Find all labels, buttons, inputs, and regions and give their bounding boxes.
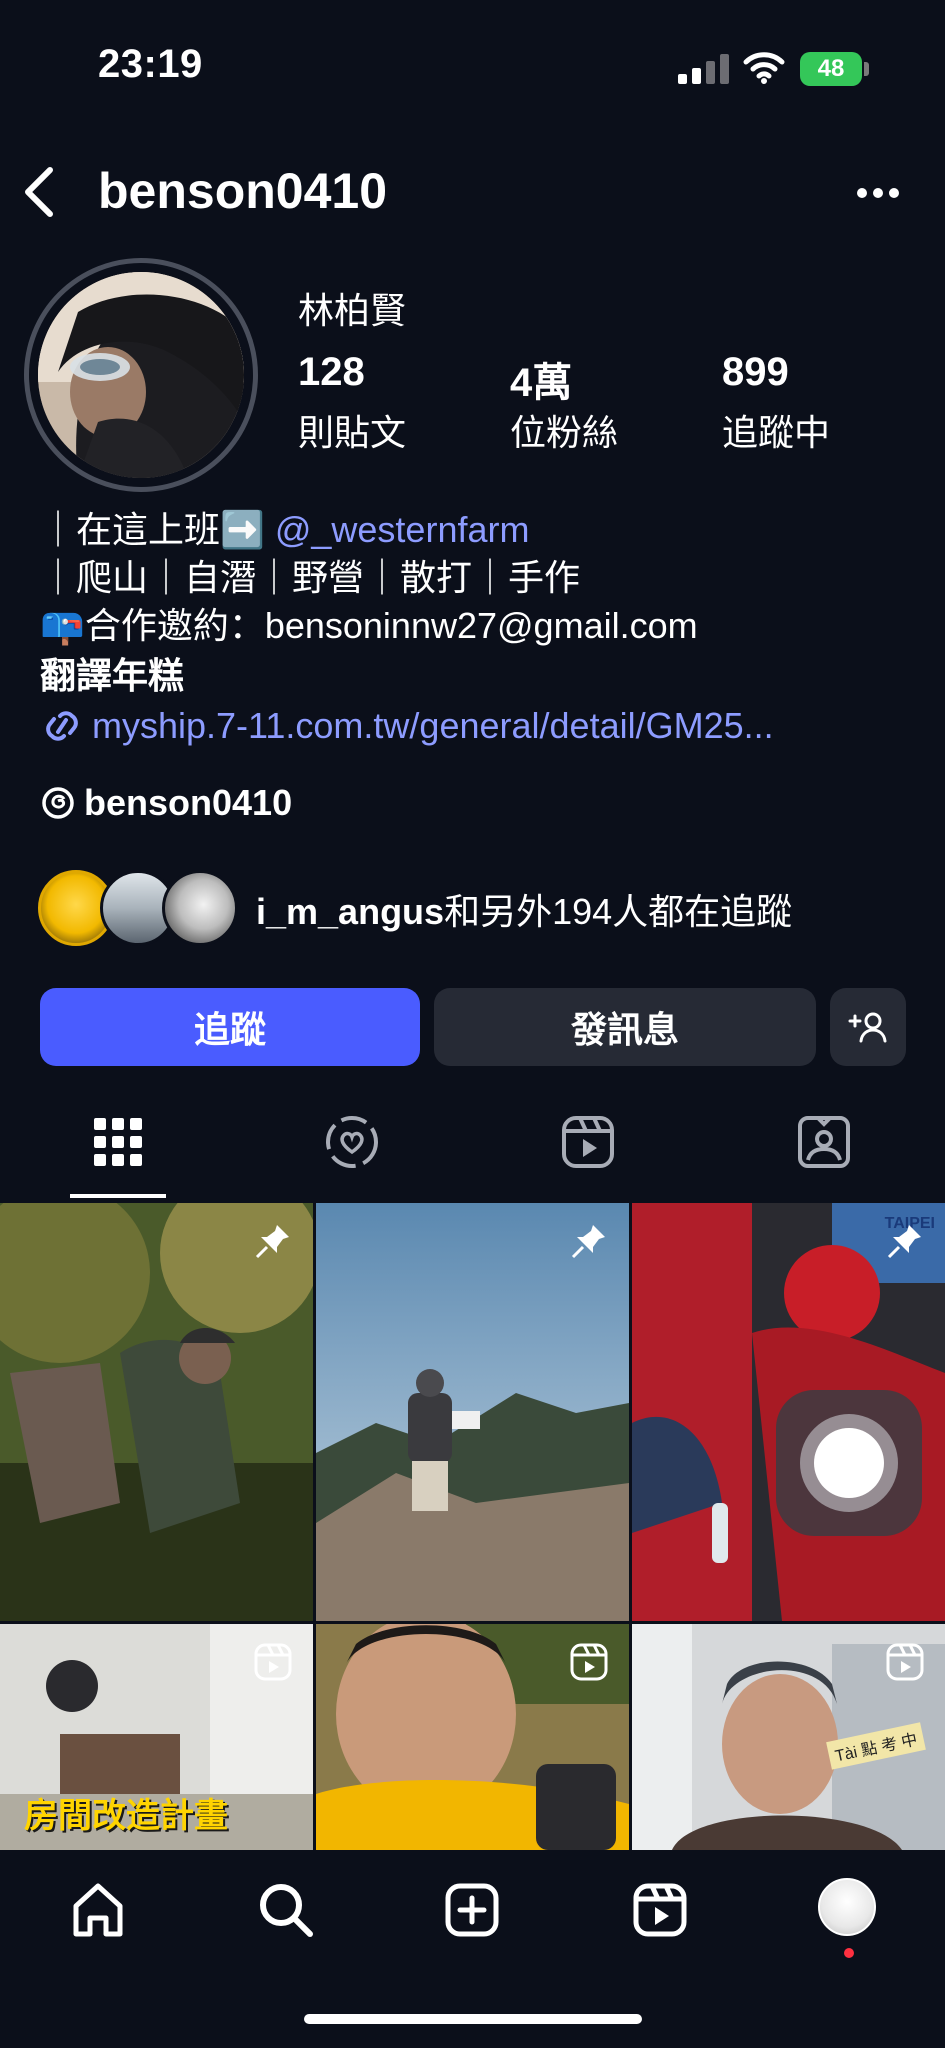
profile-avatar[interactable]	[38, 272, 244, 478]
bio-line-2: ｜爬山｜自潛｜野營｜散打｜手作	[40, 557, 581, 598]
page-title-username: benson0410	[98, 163, 388, 219]
pinned-post-icon	[571, 1225, 605, 1259]
threads-icon	[42, 787, 74, 819]
tab-reposts-icon[interactable]	[322, 1112, 382, 1172]
bio-external-link[interactable]: myship.7-11.com.tw/general/detail/GM25..…	[40, 702, 774, 750]
mutual-followers-text[interactable]: i_m_angus和另外194人都在追蹤	[256, 883, 792, 935]
reel-indicator-icon	[886, 1643, 924, 1681]
threads-badge[interactable]: benson0410	[40, 782, 292, 824]
following-count[interactable]: 899	[722, 350, 789, 395]
assistive-touch-core	[814, 1428, 884, 1498]
tab-grid-icon[interactable]	[88, 1112, 148, 1172]
message-button[interactable]: 發訊息	[434, 988, 816, 1066]
profile-nav-avatar[interactable]	[818, 1878, 876, 1936]
create-post-icon[interactable]	[442, 1880, 502, 1940]
status-time: 23:19	[98, 42, 203, 86]
reel-indicator-icon	[570, 1643, 608, 1681]
tab-reels-icon[interactable]	[558, 1112, 618, 1172]
grid-post-2[interactable]	[316, 1203, 629, 1621]
battery-level: 48	[800, 52, 862, 86]
link-icon	[46, 711, 78, 741]
grid-post-5[interactable]	[316, 1624, 629, 1850]
suggested-users-button[interactable]	[830, 988, 906, 1066]
reels-nav-icon[interactable]	[630, 1880, 690, 1940]
mutual-follower-name[interactable]: i_m_angus	[256, 891, 444, 932]
threads-handle[interactable]: benson0410	[84, 782, 292, 823]
bio-line-1-text: ｜在這上班➡️	[40, 509, 265, 550]
search-icon[interactable]	[256, 1880, 316, 1940]
pinned-post-icon	[887, 1225, 921, 1259]
wifi-icon	[743, 52, 785, 84]
post-1-image	[0, 1203, 313, 1621]
reel-indicator-icon	[254, 1643, 292, 1681]
post-4-caption: 房間改造計畫	[24, 1797, 228, 1835]
followers-count[interactable]: 4萬	[510, 350, 572, 408]
bio-line-4: 翻譯年糕	[40, 655, 185, 696]
mutual-followers-rest: 和另外194人都在追蹤	[444, 891, 793, 932]
pinned-post-icon	[255, 1225, 289, 1259]
back-arrow-icon[interactable]	[18, 162, 58, 222]
grid-post-1[interactable]	[0, 1203, 313, 1621]
bio-line-3: 📪合作邀約：bensoninnw27@gmail.com	[40, 605, 698, 646]
posts-label[interactable]: 則貼文	[298, 404, 406, 456]
home-icon[interactable]	[68, 1880, 128, 1940]
grid-post-4[interactable]: 房間改造計畫	[0, 1624, 313, 1850]
bio-link-text[interactable]: myship.7-11.com.tw/general/detail/GM25..…	[92, 705, 774, 746]
tab-tagged-icon[interactable]	[794, 1112, 854, 1172]
post-2-image	[316, 1203, 629, 1621]
cellular-signal-icon	[678, 54, 729, 84]
following-label[interactable]: 追蹤中	[722, 404, 830, 456]
grid-post-6[interactable]: Tài 點 考 中	[632, 1624, 945, 1850]
add-person-icon	[848, 1012, 887, 1043]
active-tab-indicator	[70, 1194, 166, 1198]
mutual-avatar-3[interactable]	[162, 870, 238, 946]
follow-button[interactable]: 追蹤	[40, 988, 420, 1066]
posts-count[interactable]: 128	[298, 350, 365, 395]
battery-tip	[864, 62, 869, 76]
bio-line-1: ｜在這上班➡️ @_westernfarm	[40, 506, 529, 554]
more-options-icon[interactable]	[856, 186, 900, 200]
profile-full-name: 林柏賢	[298, 290, 407, 331]
notification-dot	[844, 1948, 854, 1958]
home-indicator[interactable]	[304, 2014, 642, 2024]
bio-mention-link[interactable]: @_westernfarm	[275, 509, 530, 550]
avatar-photo	[38, 272, 244, 478]
followers-label[interactable]: 位粉絲	[510, 404, 618, 456]
